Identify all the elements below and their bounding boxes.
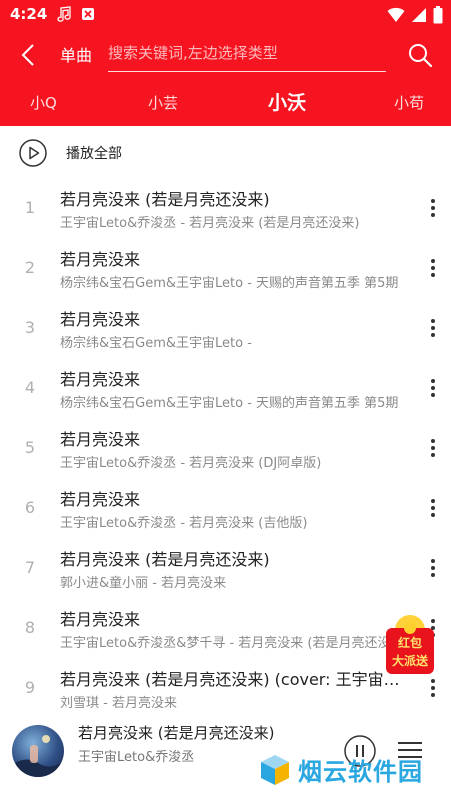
song-subtitle: 杨宗纬&宝石Gem&王宇宙Leto - bbox=[60, 336, 252, 351]
search-icon bbox=[409, 44, 433, 68]
more-options-icon[interactable] bbox=[423, 316, 443, 340]
more-options-icon[interactable] bbox=[423, 556, 443, 580]
tab-xiaoq[interactable]: 小Q bbox=[30, 92, 57, 113]
song-row[interactable]: 6 若月亮没来 王宇宙Leto&乔浚丞 - 若月亮没来 (吉他版) bbox=[0, 478, 451, 538]
cube-logo-icon bbox=[261, 754, 289, 785]
song-index: 8 bbox=[24, 618, 36, 637]
status-bar: 4:24 bbox=[0, 0, 451, 30]
song-row[interactable]: 2 若月亮没来 杨宗纬&宝石Gem&王宇宙Leto - 天赐的声音第五季 第5期 bbox=[0, 238, 451, 298]
song-subtitle: 王宇宙Leto&乔浚丞 - 若月亮没来 (吉他版) bbox=[60, 516, 308, 531]
more-options-icon[interactable] bbox=[423, 376, 443, 400]
back-button[interactable] bbox=[14, 40, 44, 70]
more-options-icon[interactable] bbox=[423, 256, 443, 280]
album-cover[interactable] bbox=[12, 725, 64, 777]
song-title: 若月亮没来 bbox=[60, 370, 141, 389]
search-field[interactable] bbox=[108, 38, 386, 72]
song-subtitle: 杨宗纬&宝石Gem&王宇宙Leto - 天赐的声音第五季 第5期 bbox=[60, 276, 399, 291]
battery-icon bbox=[433, 6, 443, 28]
search-type-selector[interactable]: 单曲 bbox=[60, 42, 92, 66]
watermark-text: 烟云软件园 bbox=[298, 758, 423, 786]
song-index: 1 bbox=[24, 198, 36, 217]
status-time: 4:24 bbox=[10, 5, 48, 23]
song-subtitle: 王宇宙Leto&乔浚丞 - 若月亮没来 (若是月亮还没来) bbox=[60, 216, 360, 231]
play-circle-icon bbox=[18, 138, 48, 168]
signal-icon bbox=[411, 7, 427, 27]
more-options-icon[interactable] bbox=[423, 436, 443, 460]
song-subtitle: 郭小进&童小丽 - 若月亮没来 bbox=[60, 576, 227, 591]
search-toolbar: 单曲 bbox=[0, 30, 451, 80]
song-index: 3 bbox=[24, 318, 36, 337]
song-index: 6 bbox=[24, 498, 36, 517]
now-playing-title: 若月亮没来 (若是月亮还没来) bbox=[78, 724, 275, 742]
song-title: 若月亮没来 (若是月亮还没来) bbox=[60, 190, 270, 209]
red-envelope-icon: 红包 大派送 bbox=[386, 615, 434, 674]
song-index: 9 bbox=[24, 678, 36, 697]
source-tabs: 小Q 小芸 小沃 小苟 bbox=[0, 80, 451, 126]
tab-xiaoyun[interactable]: 小芸 bbox=[148, 92, 178, 113]
song-title: 若月亮没来 bbox=[60, 430, 141, 449]
play-all-row[interactable]: 播放全部 bbox=[0, 126, 451, 178]
tab-xiaowo[interactable]: 小沃 bbox=[268, 88, 306, 115]
music-note-icon bbox=[56, 6, 72, 26]
app-notification-icon bbox=[80, 6, 96, 26]
more-options-icon[interactable] bbox=[423, 196, 443, 220]
now-playing-artist: 王宇宙Leto&乔浚丞 bbox=[78, 750, 195, 765]
song-index: 2 bbox=[24, 258, 36, 277]
song-title: 若月亮没来 bbox=[60, 610, 141, 629]
song-subtitle: 杨宗纬&宝石Gem&王宇宙Leto - 天赐的声音第五季 第5期 bbox=[60, 396, 399, 411]
red-packet-promo[interactable]: 红包 大派送 bbox=[380, 612, 440, 678]
song-title: 若月亮没来 bbox=[60, 490, 141, 509]
watermark: 烟云软件园 bbox=[258, 752, 423, 787]
song-title: 若月亮没来 bbox=[60, 250, 141, 269]
search-input[interactable] bbox=[108, 38, 386, 68]
red-packet-line1: 红包 bbox=[398, 635, 422, 650]
song-row[interactable]: 3 若月亮没来 杨宗纬&宝石Gem&王宇宙Leto - bbox=[0, 298, 451, 358]
song-index: 4 bbox=[24, 378, 36, 397]
song-title: 若月亮没来 bbox=[60, 310, 141, 329]
search-button[interactable] bbox=[405, 40, 435, 70]
tab-xiaogou[interactable]: 小苟 bbox=[394, 92, 424, 113]
song-title: 若月亮没来 (若是月亮还没来) bbox=[60, 550, 270, 569]
song-row[interactable]: 7 若月亮没来 (若是月亮还没来) 郭小进&童小丽 - 若月亮没来 bbox=[0, 538, 451, 598]
song-index: 5 bbox=[24, 438, 36, 457]
song-subtitle: 刘雪琪 - 若月亮没来 bbox=[60, 696, 177, 708]
more-options-icon[interactable] bbox=[423, 496, 443, 520]
song-subtitle: 王宇宙Leto&乔浚丞&梦千寻 - 若月亮没来 (若是月亮还没来) bbox=[60, 636, 409, 651]
play-all-label: 播放全部 bbox=[66, 146, 122, 162]
song-title: 若月亮没来 (若是月亮还没来) (cover: 王宇宙… bbox=[60, 670, 400, 689]
song-row[interactable]: 4 若月亮没来 杨宗纬&宝石Gem&王宇宙Leto - 天赐的声音第五季 第5期 bbox=[0, 358, 451, 418]
song-row[interactable]: 5 若月亮没来 王宇宙Leto&乔浚丞 - 若月亮没来 (DJ阿卓版) bbox=[0, 418, 451, 478]
song-row[interactable]: 1 若月亮没来 (若是月亮还没来) 王宇宙Leto&乔浚丞 - 若月亮没来 (若… bbox=[0, 178, 451, 238]
wifi-icon bbox=[387, 7, 405, 27]
song-subtitle: 王宇宙Leto&乔浚丞 - 若月亮没来 (DJ阿卓版) bbox=[60, 456, 322, 471]
song-index: 7 bbox=[24, 558, 36, 577]
more-options-icon[interactable] bbox=[423, 676, 443, 700]
red-packet-line2: 大派送 bbox=[392, 653, 429, 668]
back-arrow-icon bbox=[21, 44, 34, 66]
